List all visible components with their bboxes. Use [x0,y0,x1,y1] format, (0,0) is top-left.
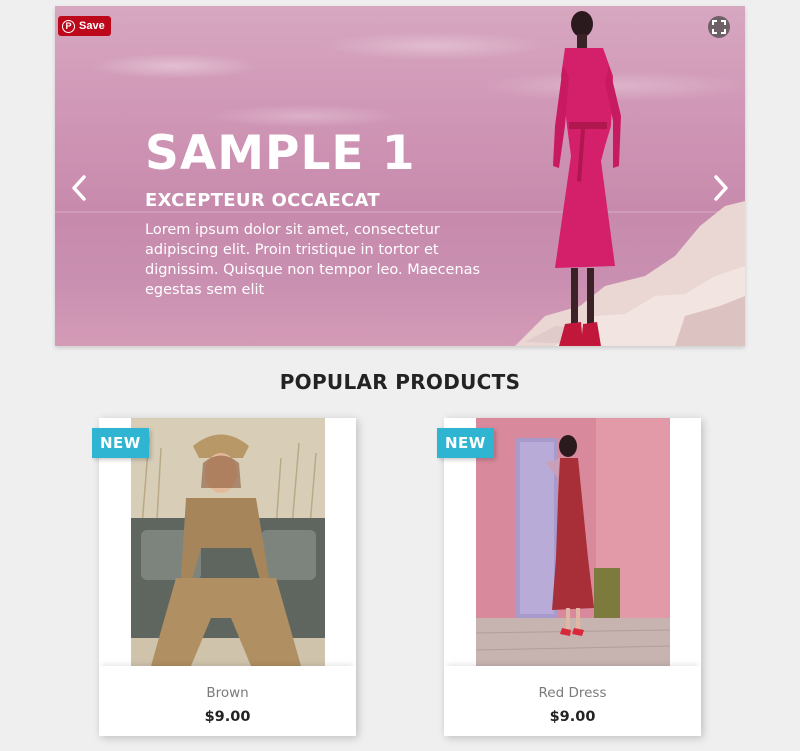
slide-caption: SAMPLE 1 EXCEPTEUR OCCAECAT Lorem ipsum … [145,128,485,300]
product-image[interactable] [476,418,670,666]
new-badge: NEW [92,428,149,458]
chevron-left-icon [72,175,86,201]
pinterest-save-label: Save [79,20,105,32]
chevron-right-icon [714,175,728,201]
new-badge: NEW [437,428,494,458]
expand-icon[interactable] [707,15,731,39]
product-info: Red Dress $9.00 [444,666,701,736]
slide-subtitle: EXCEPTEUR OCCAECAT [145,189,380,211]
product-price: $9.00 [204,709,251,725]
slide-title: SAMPLE 1 [145,126,416,181]
product-name[interactable]: Red Dress [444,685,701,701]
product-name[interactable]: Brown [99,685,356,701]
slider-next-button[interactable] [709,171,733,205]
slide-model-image [553,11,621,346]
product-card[interactable]: NEW Red Dress $9.00 [437,418,701,736]
slide-text: Lorem ipsum dolor sit amet, consectetur … [145,221,481,298]
product-price: $9.00 [549,709,596,725]
product-image[interactable] [131,418,325,666]
product-card[interactable]: NEW Brown $9.00 [92,418,356,736]
pinterest-icon: P [62,19,75,33]
popular-products-heading: POPULAR PRODUCTS [279,370,521,394]
product-info: Brown $9.00 [99,666,356,736]
hero-slider[interactable]: P Save SAMPLE 1 EXCEPTEUR OCCAECAT Lorem… [55,6,745,346]
slider-prev-button[interactable] [67,171,91,205]
pinterest-save-button[interactable]: P Save [58,16,111,36]
